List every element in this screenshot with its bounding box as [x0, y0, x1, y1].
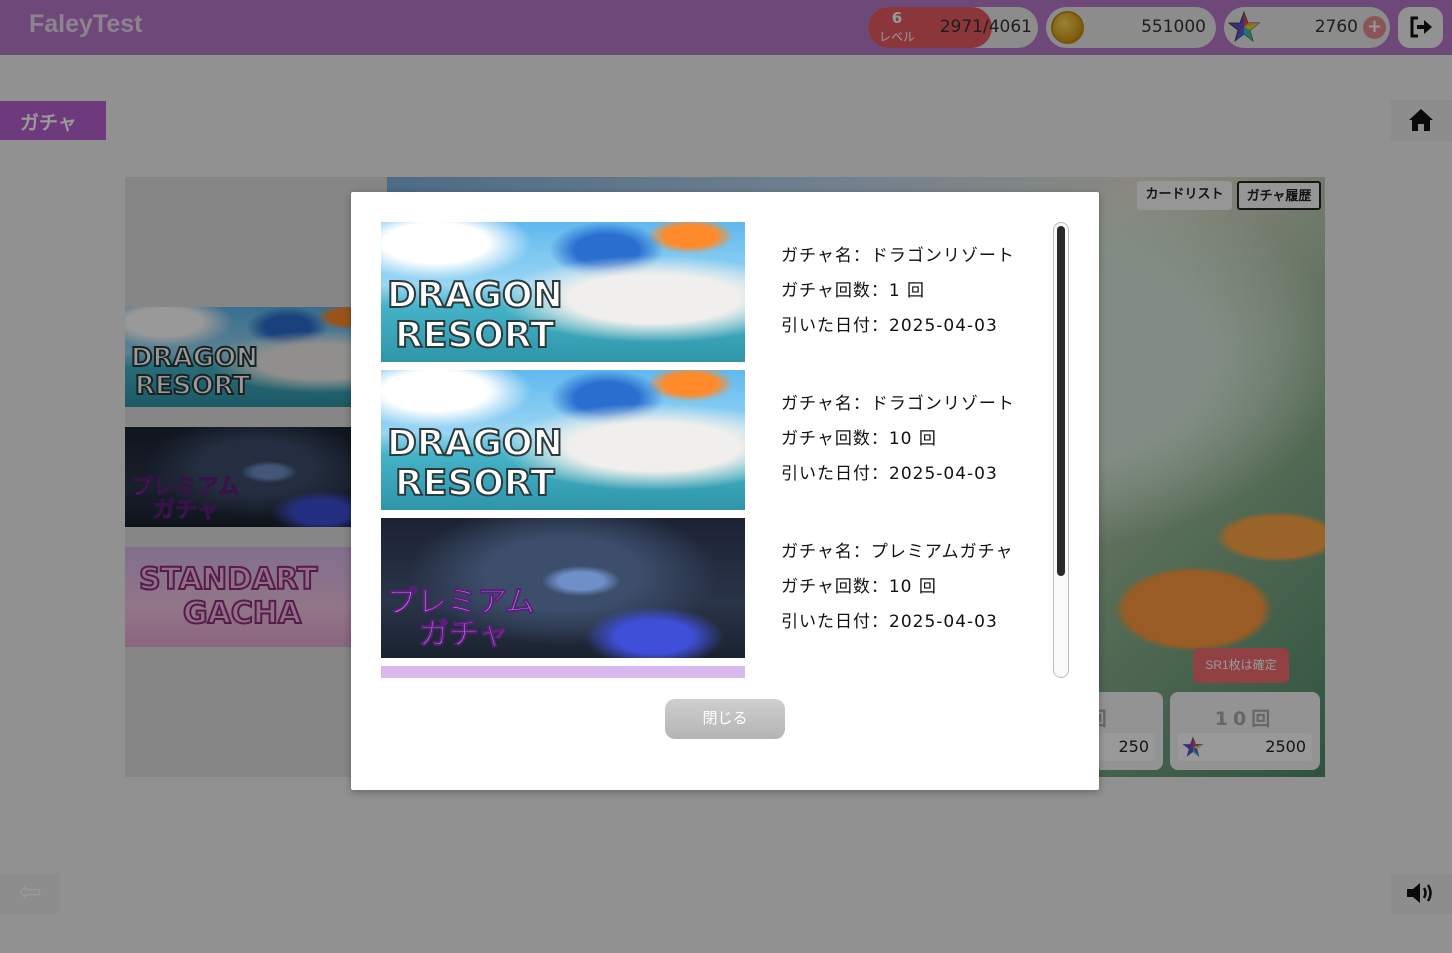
banner-text-line2: ガチャ: [419, 617, 510, 652]
history-entry: DRAGON RESORT ガチャ名：ドラゴンリゾート ガチャ回数：10 回 引…: [381, 370, 1031, 510]
history-pull-date: 引いた日付：2025-04-03: [781, 612, 998, 632]
history-pull-count: ガチャ回数：10 回: [781, 429, 937, 449]
history-entry: DRAGON RESORT ガチャ名：ドラゴンリゾート ガチャ回数：1 回 引い…: [381, 222, 1031, 362]
history-list: DRAGON RESORT ガチャ名：ドラゴンリゾート ガチャ回数：1 回 引い…: [381, 222, 1031, 678]
history-banner-image: DRAGON RESORT: [381, 370, 745, 510]
history-pull-date: 引いた日付：2025-04-03: [781, 464, 998, 484]
history-pull-count: ガチャ回数：1 回: [781, 281, 926, 301]
history-info: ガチャ名：プレミアムガチャ ガチャ回数：10 回 引いた日付：2025-04-0…: [781, 542, 1031, 647]
gacha-history-modal: DRAGON RESORT ガチャ名：ドラゴンリゾート ガチャ回数：1 回 引い…: [351, 192, 1099, 790]
history-banner-image: プレミアム ガチャ: [381, 518, 745, 658]
history-gacha-name: ガチャ名：ドラゴンリゾート: [781, 246, 1015, 266]
history-pull-count: ガチャ回数：10 回: [781, 577, 937, 597]
history-scrollbar[interactable]: [1053, 222, 1069, 678]
history-info: ガチャ名：ドラゴンリゾート ガチャ回数：1 回 引いた日付：2025-04-03: [781, 246, 1031, 351]
history-info: ガチャ名：ドラゴンリゾート ガチャ回数：10 回 引いた日付：2025-04-0…: [781, 394, 1031, 499]
history-banner-image: [381, 666, 745, 678]
banner-text-line1: DRAGON: [386, 275, 564, 316]
history-banner-image: DRAGON RESORT: [381, 222, 745, 362]
banner-text-line1: プレミアム: [387, 585, 536, 620]
history-gacha-name: ガチャ名：ドラゴンリゾート: [781, 394, 1015, 414]
banner-text-line2: RESORT: [394, 463, 556, 504]
banner-text-line2: RESORT: [394, 315, 556, 356]
history-gacha-name: ガチャ名：プレミアムガチャ: [781, 542, 1014, 562]
history-entry: プレミアム ガチャ ガチャ名：プレミアムガチャ ガチャ回数：10 回 引いた日付…: [381, 518, 1031, 658]
history-pull-date: 引いた日付：2025-04-03: [781, 316, 998, 336]
close-button[interactable]: 閉じる: [665, 699, 785, 739]
scrollbar-thumb[interactable]: [1057, 226, 1065, 576]
banner-text-line1: DRAGON: [386, 423, 564, 464]
banner-art: [381, 666, 745, 678]
history-entry-partial: [381, 666, 1031, 678]
